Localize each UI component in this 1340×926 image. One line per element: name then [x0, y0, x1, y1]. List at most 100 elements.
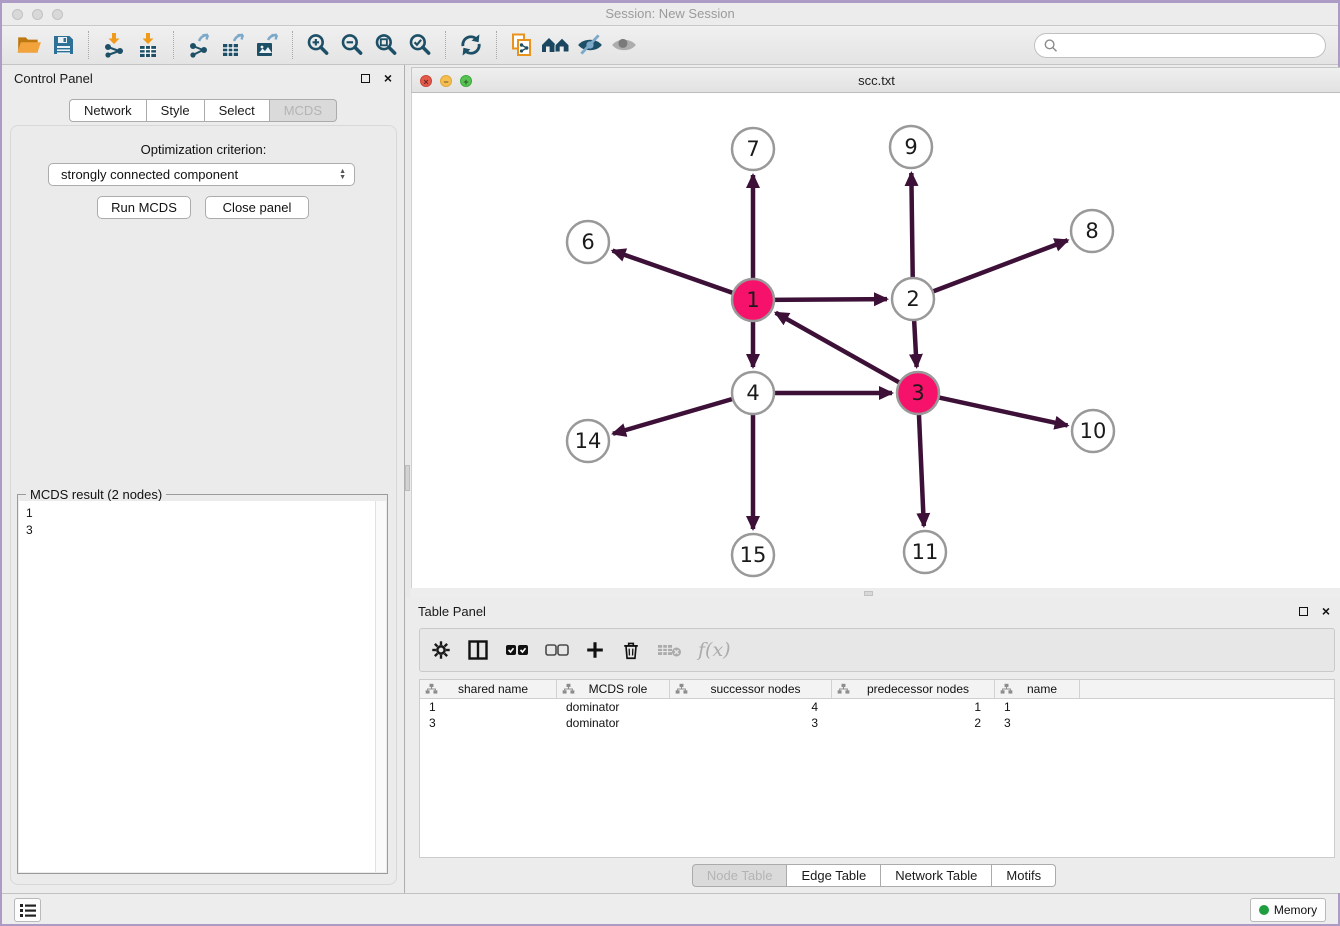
float-panel-icon[interactable] [1299, 607, 1308, 616]
window-minimize-button[interactable] [32, 9, 43, 20]
graph-edge-2-9[interactable] [911, 173, 912, 282]
column-header-shared-name[interactable]: shared name [420, 680, 557, 698]
table-cell[interactable]: 2 [832, 715, 995, 731]
network-maximize-button[interactable]: + [460, 75, 472, 87]
graph-node-14[interactable]: 14 [567, 420, 609, 462]
import-network-button[interactable] [97, 30, 131, 60]
save-session-button[interactable] [46, 30, 80, 60]
close-panel-button[interactable]: Close panel [205, 196, 309, 219]
network-canvas[interactable]: 7 9 6 8 1 2 4 3 14 10 15 11 [411, 93, 1340, 588]
svg-text:4: 4 [746, 381, 759, 405]
zoom-out-button[interactable] [335, 30, 369, 60]
window-zoom-button[interactable] [52, 9, 63, 20]
create-column-button[interactable] [584, 639, 606, 661]
table-settings-button[interactable] [430, 639, 452, 661]
result-scrollbar[interactable] [375, 501, 386, 872]
window-close-button[interactable] [12, 9, 23, 20]
table-cell[interactable]: 1 [832, 699, 995, 715]
graph-edge-1-2[interactable] [770, 299, 887, 300]
open-session-button[interactable] [12, 30, 46, 60]
control-panel-tabs: Network Style Select MCDS [2, 99, 404, 122]
run-mcds-button[interactable]: Run MCDS [97, 196, 191, 219]
graph-node-7[interactable]: 7 [732, 128, 774, 170]
table-cell[interactable]: 1 [420, 699, 557, 715]
network-close-button[interactable]: × [420, 75, 432, 87]
tab-network-table[interactable]: Network Table [881, 864, 992, 887]
table-cell[interactable]: 1 [995, 699, 1080, 715]
show-log-button[interactable] [14, 898, 41, 922]
mcds-panel: Optimization criterion: strongly connect… [10, 125, 397, 885]
eye-icon [610, 32, 638, 58]
tab-style[interactable]: Style [147, 99, 205, 122]
table-cell[interactable]: 3 [420, 715, 557, 731]
table-cell[interactable]: 3 [995, 715, 1080, 731]
graph-edge-3-1[interactable] [776, 313, 904, 385]
memory-button[interactable]: Memory [1250, 898, 1326, 922]
graph-node-15[interactable]: 15 [732, 534, 774, 576]
zoom-selected-button[interactable] [403, 30, 437, 60]
tab-node-table[interactable]: Node Table [692, 864, 788, 887]
graph-edge-1-6[interactable] [613, 251, 737, 295]
tab-mcds[interactable]: MCDS [270, 99, 337, 122]
graph-node-8[interactable]: 8 [1071, 210, 1113, 252]
function-builder-button[interactable]: f(x) [698, 639, 731, 661]
mcds-result-text: 1 3 [19, 501, 386, 539]
deselect-all-rows-button[interactable] [544, 639, 570, 661]
table-cell[interactable]: 3 [670, 715, 832, 731]
graph-edge-2-3[interactable] [914, 316, 917, 367]
graph-edge-3-11[interactable] [919, 410, 924, 526]
graph-node-2[interactable]: 2 [892, 278, 934, 320]
zoom-in-button[interactable] [301, 30, 335, 60]
tab-motifs[interactable]: Motifs [992, 864, 1056, 887]
close-panel-icon[interactable]: × [384, 74, 392, 83]
select-all-rows-button[interactable] [504, 639, 530, 661]
mcds-result-title: MCDS result (2 nodes) [26, 487, 166, 502]
graph-edge-4-14[interactable] [613, 398, 737, 434]
graph-node-1[interactable]: 1 [732, 279, 774, 321]
graph-node-4[interactable]: 4 [732, 372, 774, 414]
column-header-MCDS-role[interactable]: MCDS role [557, 680, 670, 698]
table-cell[interactable]: 4 [670, 699, 832, 715]
new-network-from-selection-button[interactable] [505, 30, 539, 60]
delete-column-button[interactable] [620, 639, 642, 661]
graph-edge-2-8[interactable] [929, 240, 1068, 293]
network-window-titlebar: × − + scc.txt [411, 67, 1340, 93]
table-cell[interactable]: dominator [557, 699, 670, 715]
show-hidden-button[interactable] [607, 30, 641, 60]
network-minimize-button[interactable]: − [440, 75, 452, 87]
column-header-name[interactable]: name [995, 680, 1080, 698]
horizontal-splitter-handle[interactable] [864, 591, 873, 596]
export-image-button[interactable] [250, 30, 284, 60]
show-columns-button[interactable] [466, 638, 490, 662]
apply-layout-button[interactable] [454, 30, 488, 60]
export-table-button[interactable] [216, 30, 250, 60]
first-neighbors-button[interactable] [539, 30, 573, 60]
float-panel-icon[interactable] [361, 74, 370, 83]
hide-selected-button[interactable] [573, 30, 607, 60]
tab-select[interactable]: Select [205, 99, 270, 122]
table-toolbar: f(x) [419, 628, 1335, 672]
graph-edge-3-10[interactable] [935, 397, 1068, 426]
search-input[interactable] [1034, 33, 1326, 58]
table-cell[interactable]: dominator [557, 715, 670, 731]
tab-network[interactable]: Network [69, 99, 147, 122]
tab-edge-table[interactable]: Edge Table [787, 864, 881, 887]
graph-node-3[interactable]: 3 [897, 372, 939, 414]
export-image-icon [254, 32, 280, 58]
horizontal-splitter[interactable] [411, 588, 1340, 598]
criterion-dropdown[interactable]: strongly connected component ▲▼ [48, 163, 355, 186]
graph-node-6[interactable]: 6 [567, 221, 609, 263]
import-table-button[interactable] [131, 30, 165, 60]
graph-node-9[interactable]: 9 [890, 126, 932, 168]
table-row[interactable]: 3dominator323 [420, 715, 1334, 731]
export-network-button[interactable] [182, 30, 216, 60]
zoom-fit-button[interactable] [369, 30, 403, 60]
mcds-result-area[interactable]: 1 3 [19, 501, 386, 872]
delete-table-button[interactable] [656, 640, 684, 660]
table-row[interactable]: 1dominator411 [420, 699, 1334, 715]
graph-node-10[interactable]: 10 [1072, 410, 1114, 452]
close-panel-icon[interactable]: × [1322, 607, 1330, 616]
column-header-successor-nodes[interactable]: successor nodes [670, 680, 832, 698]
graph-node-11[interactable]: 11 [904, 531, 946, 573]
column-header-predecessor-nodes[interactable]: predecessor nodes [832, 680, 995, 698]
